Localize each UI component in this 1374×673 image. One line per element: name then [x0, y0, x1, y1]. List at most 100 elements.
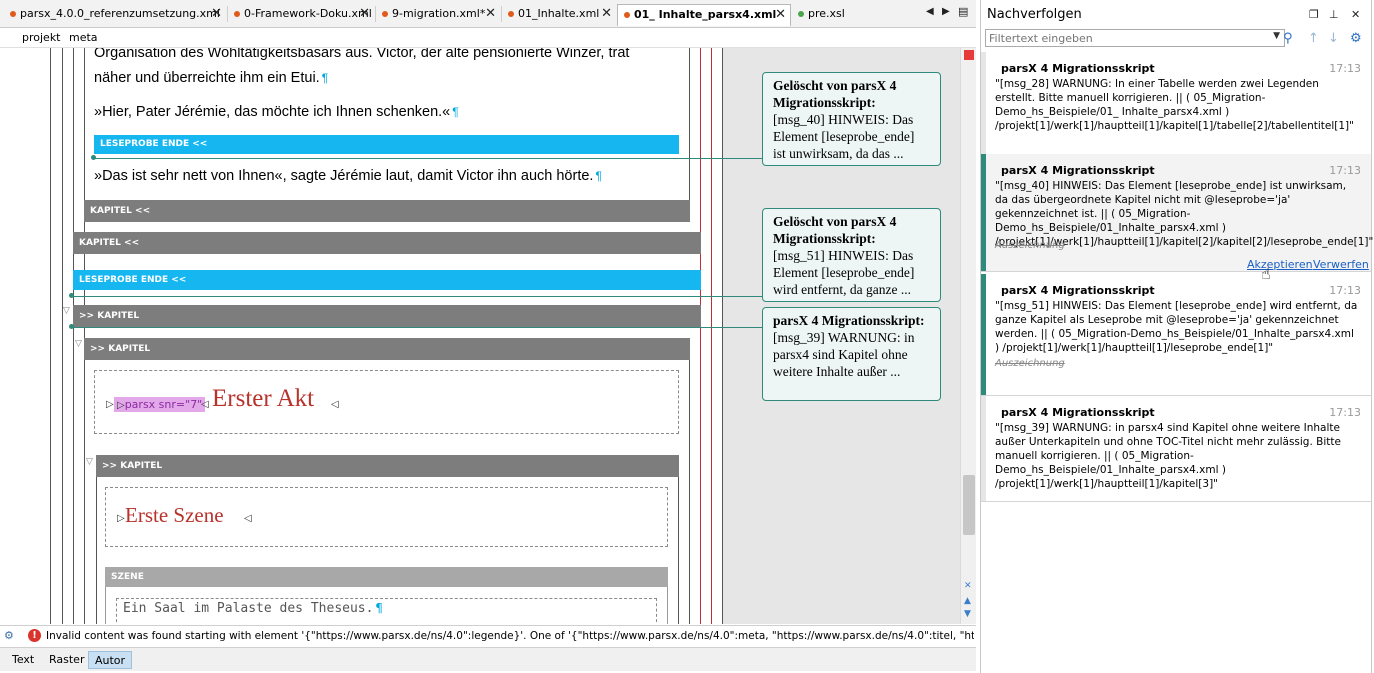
reject-link[interactable]: Verwerfen — [1313, 258, 1369, 271]
comment-balloon[interactable]: parsX 4 Migrationsskript: [msg_39] WARNU… — [762, 307, 941, 401]
pin-icon[interactable]: ⊥ — [1329, 8, 1339, 21]
validation-message[interactable]: Invalid content was found starting with … — [46, 630, 974, 642]
kapitel-end-tag[interactable]: KAPITEL << — [84, 200, 690, 222]
mode-grid-button[interactable]: Raster — [43, 651, 90, 669]
previous-arrow-icon[interactable]: ↑ — [1308, 31, 1319, 46]
gear-icon[interactable]: ⚙ — [1350, 31, 1362, 46]
settings-icon[interactable]: ⚙ — [4, 629, 14, 642]
kapitel-end-tag[interactable]: KAPITEL << — [73, 232, 701, 254]
nesting-line — [73, 48, 74, 624]
comment-balloon[interactable]: Gelöscht von parsX 4 Migrationsskript: [… — [762, 72, 941, 166]
paragraph-text: näher und überreichte ihm ein Etui. — [94, 70, 320, 86]
paragraph: »Hier, Pater Jérémie, das möchte ich Ihn… — [94, 104, 459, 120]
pilcrow-icon: ¶ — [321, 71, 329, 85]
stage-direction-text: Ein Saal im Palaste des Theseus. — [123, 601, 374, 616]
close-icon[interactable]: ✕ — [1351, 8, 1360, 21]
leseprobe-ende-tag[interactable]: LESEPROBE ENDE << — [94, 135, 679, 154]
search-icon[interactable]: ⚲ — [1283, 31, 1293, 46]
track-changes-panel: Nachverfolgen ❐ ⊥ ✕ ▼ ⚲ ↑ ↓ ⚙ parsX 4 Mi… — [980, 0, 1374, 673]
tag-end-marker-icon: ◁ — [201, 399, 209, 410]
tab-label: 9-migration.xml* — [392, 7, 486, 20]
kapitel-start-tag[interactable]: >> KAPITEL — [96, 455, 679, 477]
comment-title: Gelöscht von parsX 4 Migrationsskript: — [773, 214, 897, 246]
paragraph: »Das ist sehr nett von Ihnen«, sagte Jér… — [94, 168, 602, 184]
mode-author-button[interactable]: Autor — [88, 651, 133, 669]
szene-tag[interactable]: SZENE — [105, 567, 668, 587]
comment-connector — [94, 158, 762, 159]
breadcrumb-meta[interactable]: meta — [69, 31, 98, 44]
modified-dot-icon — [508, 10, 514, 17]
item-author: parsX 4 Migrationsskript — [1001, 284, 1155, 297]
breadcrumb-projekt[interactable]: projekt — [22, 31, 61, 44]
comment-body: [msg_39] WARNUNG: in parsx4 sind Kapitel… — [773, 330, 915, 379]
tab-file-3[interactable]: 9-migration.xml* ✕ — [376, 4, 500, 26]
comment-body: [msg_40] HINWEIS: Das Element [leseprobe… — [773, 112, 915, 161]
nesting-line — [678, 477, 679, 624]
scrollbar-thumb[interactable] — [963, 475, 975, 535]
breadcrumb: projekt meta — [0, 28, 976, 48]
collapse-triangle-icon[interactable]: ▽ — [63, 306, 70, 316]
error-marker-icon[interactable] — [964, 50, 974, 60]
restore-icon[interactable]: ❐ — [1309, 8, 1319, 21]
leseprobe-ende-tag[interactable]: LESEPROBE ENDE << — [73, 270, 701, 290]
tab-file-6[interactable]: pre.xsl — [792, 4, 864, 26]
tab-file-active[interactable]: 01_ Inhalte_parsx4.xml ✕ — [617, 4, 791, 26]
list-item[interactable]: parsX 4 Migrationsskript 17:13 "[msg_39]… — [981, 396, 1371, 502]
tab-label: 01_Inhalte.xml — [518, 7, 600, 20]
close-icon[interactable]: ✕ — [359, 4, 370, 24]
modified-dot-icon — [624, 11, 630, 18]
next-change-icon[interactable]: ▼ — [964, 609, 971, 619]
item-time: 17:13 — [1329, 284, 1361, 297]
tab-scroll-right-icon[interactable]: ▶ — [942, 6, 950, 17]
previous-change-icon[interactable]: ▲ — [964, 596, 971, 606]
item-message: "[msg_40] HINWEIS: Das Element [leseprob… — [995, 180, 1374, 248]
kapitel-start-tag[interactable]: >> KAPITEL — [73, 305, 701, 327]
nesting-line — [96, 477, 97, 624]
author-editor[interactable]: Organisation des Wohltätigkeitsbasars au… — [0, 48, 960, 624]
paragraph-text: »Das ist sehr nett von Ihnen«, sagte Jér… — [94, 168, 594, 184]
list-item[interactable]: parsX 4 Migrationsskript 17:13 "[msg_51]… — [981, 274, 1371, 396]
editor-tab-bar: parsx_4.0.0_referenzumsetzung.xml ✕ 0-Fr… — [0, 0, 976, 28]
tab-file-2[interactable]: 0-Framework-Doku.xml ✕ — [228, 4, 374, 26]
item-marker — [981, 52, 986, 157]
list-item[interactable]: parsX 4 Migrationsskript 17:13 "[msg_28]… — [981, 52, 1371, 158]
close-icon[interactable]: ✕ — [485, 4, 496, 24]
parsx-tag[interactable]: ▷parsx snr="7" — [114, 397, 206, 412]
item-time: 17:13 — [1329, 164, 1361, 177]
mode-text-button[interactable]: Text — [6, 651, 40, 669]
filter-field[interactable]: ▼ — [985, 29, 1285, 47]
close-icon[interactable]: ✕ — [211, 4, 222, 24]
nesting-line — [84, 360, 85, 624]
item-author: parsX 4 Migrationsskript — [1001, 164, 1155, 177]
list-item-selected[interactable]: parsX 4 Migrationsskript 17:13 "[msg_40]… — [981, 154, 1374, 272]
tab-file-1[interactable]: parsx_4.0.0_referenzumsetzung.xml ✕ — [4, 4, 226, 26]
close-icon[interactable]: ✕ — [601, 4, 612, 24]
pilcrow-icon: ¶ — [452, 105, 459, 119]
collapse-triangle-icon[interactable]: ▽ — [75, 339, 82, 349]
stage-direction: Ein Saal im Palaste des Theseus. ¶ — [123, 601, 383, 616]
tab-label: 01_ Inhalte_parsx4.xml — [634, 8, 777, 21]
filter-input[interactable] — [986, 30, 1266, 46]
comment-balloon[interactable]: Gelöscht von parsX 4 Migrationsskript: [… — [762, 208, 941, 302]
tab-label: parsx_4.0.0_referenzumsetzung.xml — [20, 7, 220, 20]
chevron-down-icon[interactable]: ▼ — [1273, 31, 1280, 41]
tab-scroll-left-icon[interactable]: ◀ — [926, 6, 934, 17]
act-title: Erster Akt — [212, 385, 315, 412]
collapse-triangle-icon[interactable]: ▽ — [86, 457, 93, 467]
tag-start-marker-icon: ▷ — [117, 513, 125, 524]
scene-title: Erste Szene — [125, 503, 224, 527]
close-markers-icon[interactable]: ✕ — [964, 581, 972, 591]
nesting-line — [689, 48, 690, 214]
modified-dot-icon — [10, 10, 16, 17]
item-message: "[msg_28] WARNUNG: In einer Tabelle werd… — [995, 78, 1354, 132]
kapitel-start-tag[interactable]: >> KAPITEL — [84, 338, 690, 360]
close-icon[interactable]: ✕ — [775, 5, 786, 25]
hand-cursor-icon: ☝ — [1261, 264, 1271, 283]
next-arrow-icon[interactable]: ↓ — [1328, 31, 1339, 46]
comment-title: parsX 4 Migrationsskript: — [773, 313, 925, 328]
accept-link[interactable]: Akzeptieren — [1247, 258, 1313, 271]
tab-list-icon[interactable]: ▤ — [958, 5, 968, 18]
validation-status-bar: ⚙ ! Invalid content was found starting w… — [0, 625, 976, 646]
editor-scrollbar[interactable]: ✕ ▲ ▼ ▼ — [960, 48, 976, 624]
tab-file-4[interactable]: 01_Inhalte.xml ✕ — [502, 4, 616, 26]
